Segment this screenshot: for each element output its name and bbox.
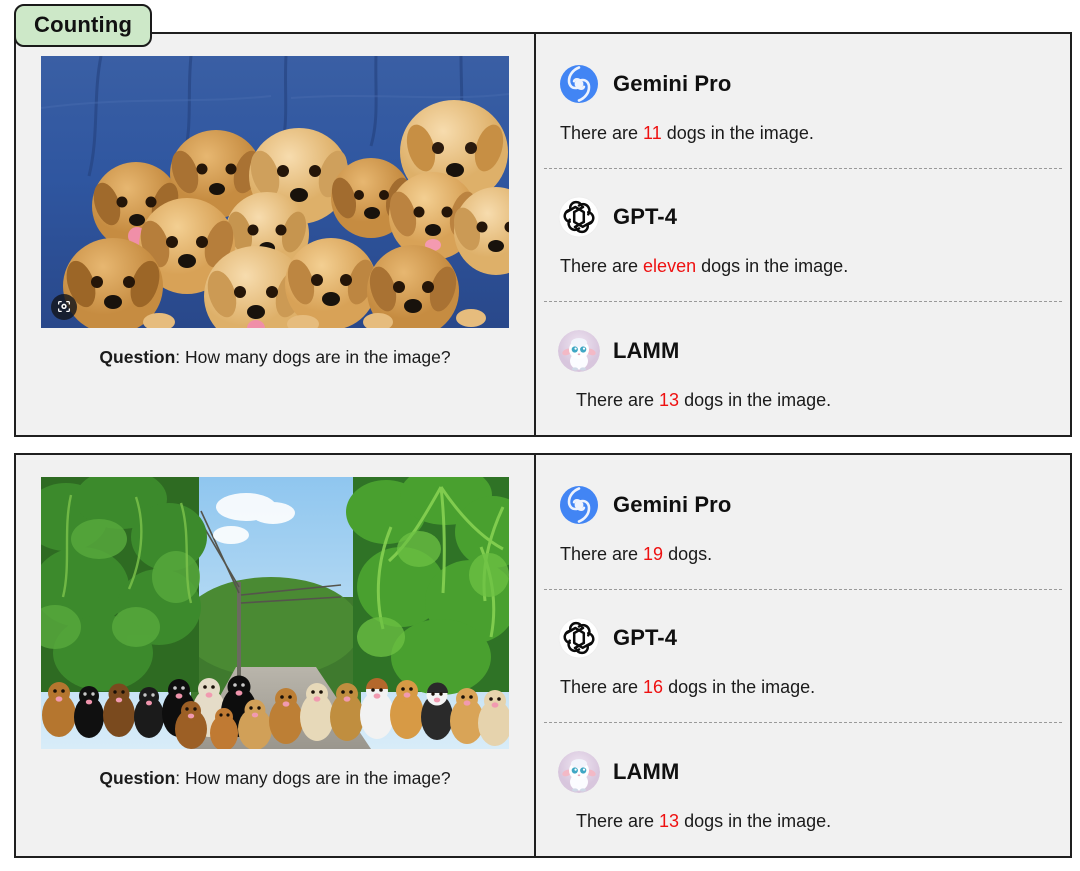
answer-highlight: 16: [643, 677, 664, 698]
lamb-avatar-glyph: [558, 751, 600, 794]
answer-text: There are 16 dogs in the image.: [560, 675, 1070, 699]
stimulus-image: [41, 477, 509, 749]
question-body: : How many dogs are in the image?: [175, 768, 451, 788]
example-panel: Question: How many dogs are in the image…: [14, 32, 1072, 437]
answer-highlight: eleven: [643, 256, 697, 277]
question-text: Question: How many dogs are in the image…: [99, 346, 450, 369]
lamb-avatar-glyph: [558, 330, 600, 373]
answer-prefix: There are: [576, 390, 660, 411]
model-header: Gemini Pro: [558, 482, 1070, 528]
model-name: LAMM: [613, 759, 680, 785]
answer-prefix: There are: [576, 811, 660, 832]
openai-logo-icon: [558, 196, 600, 238]
comparison-figure: Counting Question: How many dogs are in …: [0, 0, 1080, 871]
answer-suffix: dogs in the image.: [679, 390, 832, 411]
answer-highlight: 13: [659, 811, 680, 832]
model-header: Gemini Pro: [558, 61, 1070, 107]
answer-suffix: dogs in the image.: [663, 677, 816, 698]
answer-suffix: dogs in the image.: [661, 122, 814, 143]
answer-highlight: 13: [659, 390, 680, 411]
gemini-logo-icon: [558, 484, 600, 526]
answer-highlight: 19: [643, 543, 664, 564]
lamm-logo-icon: [558, 751, 600, 794]
stimulus-column: Question: How many dogs are in the image…: [16, 455, 536, 856]
model-name: LAMM: [613, 338, 680, 364]
answer-suffix: dogs in the image.: [696, 256, 849, 277]
example-panel: Question: How many dogs are in the image…: [14, 453, 1072, 858]
response-lamm: LAMM There are 13 dogs in the image.: [536, 722, 1070, 856]
answer-prefix: There are: [560, 677, 644, 698]
answer-text: There are 11 dogs in the image.: [560, 121, 1070, 145]
answer-text: There are 13 dogs in the image.: [576, 809, 1070, 833]
response-gemini: Gemini Pro There are 11 dogs in the imag…: [536, 34, 1070, 168]
openai-knot-glyph: [558, 617, 600, 659]
response-gpt4: GPT-4 There are 16 dogs in the image.: [536, 588, 1070, 723]
response-gemini: Gemini Pro There are 19 dogs.: [536, 455, 1070, 589]
stimulus-column: Question: How many dogs are in the image…: [16, 34, 536, 435]
question-text: Question: How many dogs are in the image…: [99, 767, 450, 790]
openai-knot-glyph: [558, 196, 600, 238]
answer-highlight: 11: [643, 122, 662, 143]
question-label: Question: [99, 768, 176, 788]
model-name: GPT-4: [613, 625, 678, 651]
model-name: GPT-4: [613, 204, 678, 230]
answer-suffix: dogs in the image.: [679, 811, 832, 832]
answer-prefix: There are: [560, 543, 644, 564]
dogs-on-tropical-path-illustration: [41, 477, 509, 749]
openai-logo-icon: [558, 617, 600, 659]
model-header: LAMM: [558, 328, 1070, 374]
model-name: Gemini Pro: [613, 70, 732, 96]
question-body: : How many dogs are in the image?: [175, 347, 451, 367]
answer-prefix: There are: [560, 122, 644, 143]
responses-column: Gemini Pro There are 11 dogs in the imag…: [536, 34, 1070, 435]
lens-glyph: [58, 300, 70, 313]
response-gpt4: GPT-4 There are eleven dogs in the image…: [536, 167, 1070, 302]
model-header: GPT-4: [558, 615, 1070, 661]
question-label: Question: [99, 347, 176, 367]
model-header: LAMM: [558, 749, 1070, 795]
puppies-on-blue-couch-illustration: [41, 56, 509, 328]
answer-suffix: dogs.: [663, 543, 713, 564]
answer-prefix: There are: [560, 256, 644, 277]
model-header: GPT-4: [558, 194, 1070, 240]
gemini-swirl-glyph: [560, 485, 598, 524]
answer-text: There are eleven dogs in the image.: [560, 254, 1070, 278]
category-badge: Counting: [14, 4, 153, 48]
responses-column: Gemini Pro There are 19 dogs. GPT-4 Ther…: [536, 455, 1070, 856]
gemini-swirl-glyph: [560, 64, 598, 103]
response-lamm: LAMM There are 13 dogs in the image.: [536, 301, 1070, 435]
gemini-logo-icon: [558, 63, 600, 105]
lamm-logo-icon: [558, 330, 600, 373]
model-name: Gemini Pro: [613, 491, 732, 517]
answer-text: There are 13 dogs in the image.: [576, 388, 1070, 412]
answer-text: There are 19 dogs.: [560, 542, 1070, 566]
stimulus-image: [41, 56, 509, 328]
google-lens-icon[interactable]: [51, 294, 77, 320]
